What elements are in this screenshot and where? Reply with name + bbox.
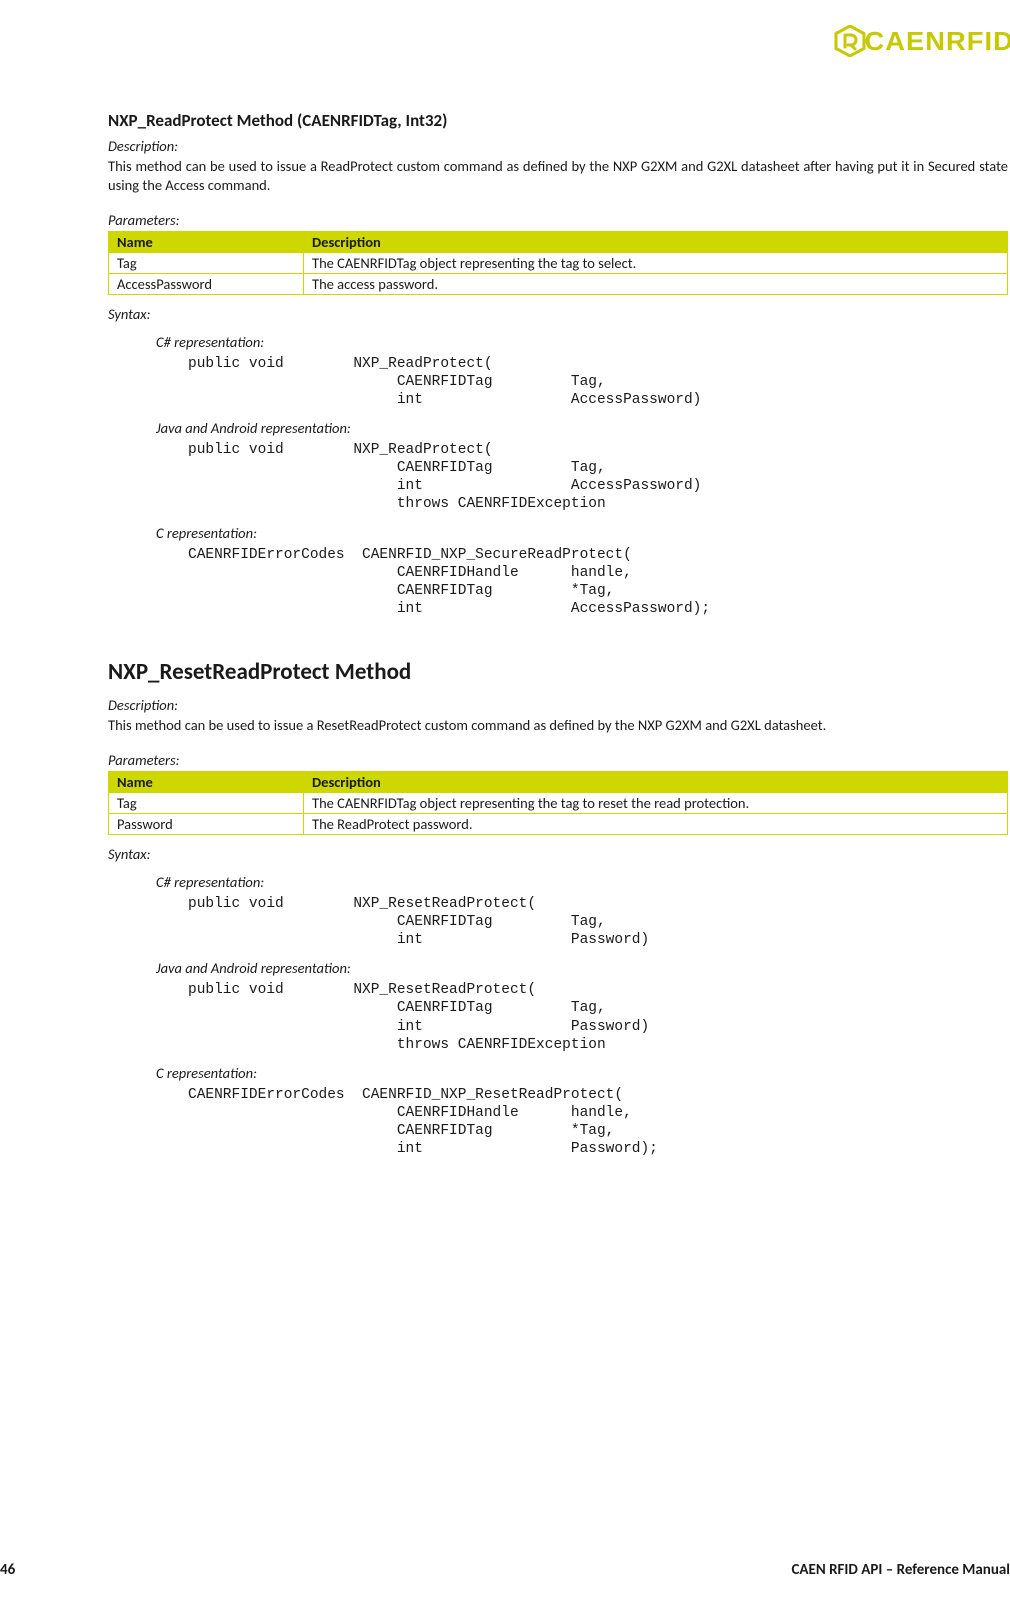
table-header: Description [304,771,1008,792]
csharp-code: public void NXP_ResetReadProtect( CAENRF… [188,895,1008,949]
java-label: Java and Android representation: [156,959,1008,977]
table-header-row: Name Description [109,231,1008,252]
page-content: NXP_ReadProtect Method (CAENRFIDTag, Int… [0,20,1008,1158]
method-title: NXP_ReadProtect Method (CAENRFIDTag, Int… [108,110,1008,131]
table-header: Description [304,231,1008,252]
description-label: Description: [108,696,1008,714]
table-cell: The access password. [304,273,1008,294]
c-code: CAENRFIDErrorCodes CAENRFID_NXP_ResetRea… [188,1086,1008,1159]
table-header: Name [109,231,304,252]
method-title: NXP_ResetReadProtect Method [108,658,1008,686]
table-cell: The CAENRFIDTag object representing the … [304,792,1008,813]
parameters-label: Parameters: [108,211,1008,229]
csharp-code: public void NXP_ReadProtect( CAENRFIDTag… [188,355,1008,409]
table-cell: AccessPassword [109,273,304,294]
description-label: Description: [108,137,1008,155]
description-text: This method can be used to issue a Reset… [108,716,1008,735]
table-cell: Tag [109,252,304,273]
table-cell: The ReadProtect password. [304,813,1008,834]
parameters-label: Parameters: [108,751,1008,769]
c-code: CAENRFIDErrorCodes CAENRFID_NXP_SecureRe… [188,546,1008,619]
table-header: Name [109,771,304,792]
description-text: This method can be used to issue a ReadP… [108,157,1008,195]
c-label: C representation: [156,1064,1008,1082]
syntax-label: Syntax: [108,305,1008,323]
table-row: Tag The CAENRFIDTag object representing … [109,252,1008,273]
syntax-label: Syntax: [108,845,1008,863]
parameters-table: Name Description Tag The CAENRFIDTag obj… [108,771,1008,835]
hexagon-icon [834,25,866,57]
page-number: 46 [0,1561,15,1579]
c-label: C representation: [156,524,1008,542]
table-row: Password The ReadProtect password. [109,813,1008,834]
brand-name: CAENRFID [864,26,1010,57]
table-cell: The CAENRFIDTag object representing the … [304,252,1008,273]
java-label: Java and Android representation: [156,419,1008,437]
page-footer: 46 CAEN RFID API – Reference Manual [0,1561,1010,1579]
table-cell: Password [109,813,304,834]
parameters-table: Name Description Tag The CAENRFIDTag obj… [108,231,1008,295]
table-header-row: Name Description [109,771,1008,792]
java-code: public void NXP_ReadProtect( CAENRFIDTag… [188,441,1008,514]
brand-logo: CAENRFID [834,25,1010,57]
table-row: AccessPassword The access password. [109,273,1008,294]
java-code: public void NXP_ResetReadProtect( CAENRF… [188,981,1008,1054]
csharp-label: C# representation: [156,873,1008,891]
table-row: Tag The CAENRFIDTag object representing … [109,792,1008,813]
csharp-label: C# representation: [156,333,1008,351]
table-cell: Tag [109,792,304,813]
footer-title: CAEN RFID API – Reference Manual [791,1561,1010,1579]
